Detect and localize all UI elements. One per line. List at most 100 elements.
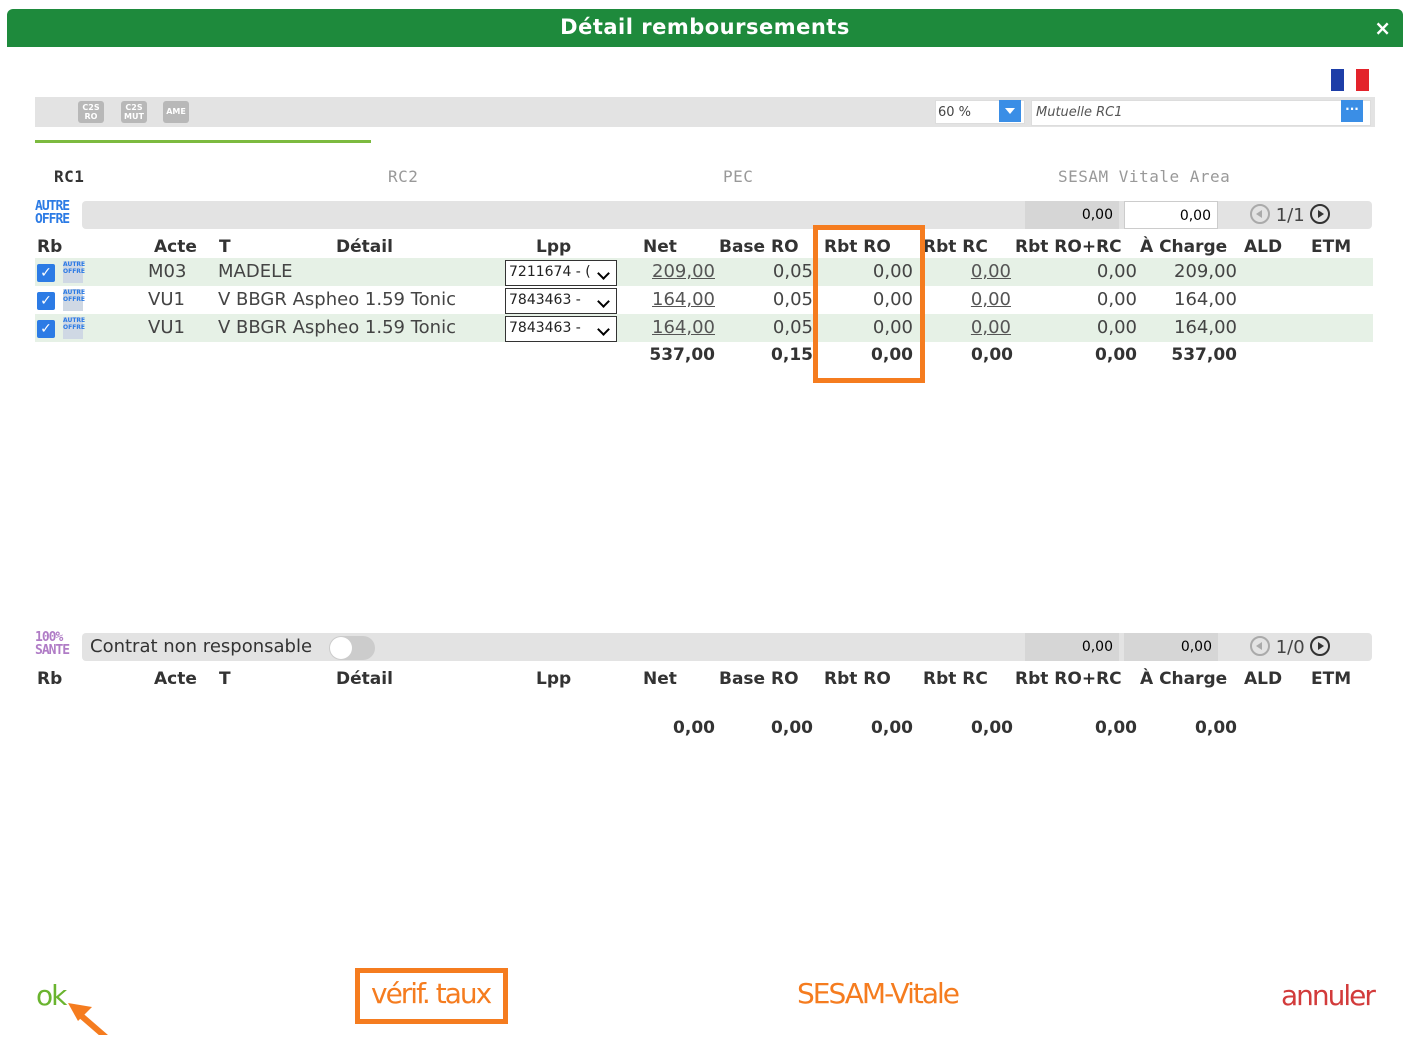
c2s-ro-icon[interactable]: C2S RO <box>78 101 104 123</box>
100-sante-badge[interactable]: 100% SANTE <box>35 631 75 665</box>
section2-pager: 1/0 <box>1250 636 1331 658</box>
c2s-mut-icon[interactable]: C2S MUT <box>121 101 147 123</box>
section2-bar: Contrat non responsable 0,00 0,00 1/0 <box>82 633 1372 661</box>
verif-taux-button[interactable]: vérif. taux <box>371 977 492 1010</box>
cell-rbt-rc[interactable]: 0,00 <box>935 289 1011 310</box>
next-page-icon[interactable] <box>1310 636 1331 656</box>
cell-detail: MADELE <box>218 261 293 282</box>
col-lpp: Lpp <box>536 669 572 689</box>
cell-net[interactable]: 164,00 <box>635 317 715 338</box>
col-etm: ETM <box>1311 237 1352 257</box>
section1-pager-label: 1/1 <box>1275 205 1305 226</box>
annuler-button[interactable]: annuler <box>1281 979 1376 1012</box>
rb-checkbox[interactable]: ✓ <box>37 292 55 310</box>
total-rbt-rc: 0,00 <box>971 718 1013 738</box>
table-row[interactable]: ✓ AUTRE OFFRE VU1 V BBGR Aspheo 1.59 Toni… <box>35 286 1373 314</box>
autre-offre-icon[interactable]: AUTRE OFFRE <box>63 317 85 339</box>
col-base-ro: Base RO <box>719 669 799 689</box>
autre-offre-icon[interactable]: AUTRE OFFRE <box>63 289 85 311</box>
total-net: 0,00 <box>673 718 715 738</box>
autre-offre-icon[interactable]: AUTRE OFFRE <box>63 261 85 283</box>
cell-rbt-rc[interactable]: 0,00 <box>935 261 1011 282</box>
chevron-down-icon[interactable] <box>999 100 1021 122</box>
contrat-toggle-label: Contrat non responsable <box>90 636 313 657</box>
contrat-non-responsable-toggle[interactable] <box>329 636 375 660</box>
toolbar: C2S RO C2S MUT AME 60 % Mutuelle RC1 ··· <box>35 97 1375 127</box>
reimbursement-dialog: Détail remboursements × C2S RO C2S MUT A… <box>7 9 1403 1039</box>
prev-page-icon[interactable] <box>1250 204 1270 224</box>
col-ald: ALD <box>1244 237 1283 257</box>
col-a-charge: À Charge <box>1140 669 1228 689</box>
col-etm: ETM <box>1311 669 1352 689</box>
total-base-ro: 0,00 <box>771 718 813 738</box>
cell-rbt-rc[interactable]: 0,00 <box>935 317 1011 338</box>
col-rbt-rc: Rbt RC <box>923 237 988 257</box>
table-row[interactable]: ✓ AUTRE OFFRE M03 MADELE 7211674 - ( 209,… <box>35 258 1373 286</box>
cell-net[interactable]: 209,00 <box>635 261 715 282</box>
total-a-charge: 537,00 <box>1171 345 1237 365</box>
col-net: Net <box>643 237 677 257</box>
tab-sesam-vitale-area[interactable]: SESAM Vitale Area <box>1058 167 1230 186</box>
col-ald: ALD <box>1244 669 1283 689</box>
cell-detail: V BBGR Aspheo 1.59 Tonic <box>218 289 456 310</box>
cell-acte: VU1 <box>148 289 185 310</box>
tab-bar: RC1 RC2 PEC SESAM Vitale Area <box>35 167 1375 191</box>
col-rbt-ro-rc: Rbt RO+RC <box>1015 669 1122 689</box>
mutuelle-input[interactable]: Mutuelle RC1 <box>1031 100 1371 126</box>
cell-net[interactable]: 164,00 <box>635 289 715 310</box>
table-row[interactable]: ✓ AUTRE OFFRE VU1 V BBGR Aspheo 1.59 Toni… <box>35 314 1373 342</box>
section2-pager-label: 1/0 <box>1275 637 1305 658</box>
col-acte: Acte <box>154 669 197 689</box>
ok-button[interactable]: ok <box>36 979 67 1012</box>
total-a-charge: 0,00 <box>1195 718 1237 738</box>
more-icon[interactable]: ··· <box>1341 100 1363 122</box>
cell-acte: VU1 <box>148 317 185 338</box>
lpp-select[interactable]: 7843463 - <box>505 316 617 342</box>
cell-a-charge: 209,00 <box>1174 261 1237 282</box>
total-rbt-rc: 0,00 <box>971 345 1013 365</box>
col-rb: Rb <box>37 237 63 257</box>
col-rbt-rc: Rbt RC <box>923 669 988 689</box>
cell-rbt-ro-rc: 0,00 <box>1096 317 1137 338</box>
rb-checkbox[interactable]: ✓ <box>37 264 55 282</box>
tab-rc1[interactable]: RC1 <box>54 167 84 186</box>
col-rbt-ro: Rbt RO <box>824 669 891 689</box>
col-rb: Rb <box>37 669 63 689</box>
next-page-icon[interactable] <box>1310 204 1331 224</box>
total-rbt-ro: 0,00 <box>871 718 913 738</box>
pointer-arrow-icon <box>68 1003 108 1035</box>
cell-base-ro: 0,05 <box>772 261 813 282</box>
col-base-ro: Base RO <box>719 237 799 257</box>
tab-rc2[interactable]: RC2 <box>388 167 418 186</box>
total-base-ro: 0,15 <box>771 345 813 365</box>
french-flag-icon[interactable] <box>1331 69 1370 91</box>
cell-base-ro: 0,05 <box>772 289 813 310</box>
cell-rbt-ro-rc: 0,00 <box>1096 261 1137 282</box>
sesam-vitale-button[interactable]: SESAM-Vitale <box>797 977 960 1010</box>
cell-rbt-ro-rc: 0,00 <box>1096 289 1137 310</box>
col-acte: Acte <box>154 237 197 257</box>
col-net: Net <box>643 669 677 689</box>
col-detail: Détail <box>336 669 393 689</box>
autre-offre-badge[interactable]: AUTRE OFFRE <box>35 200 75 234</box>
section1-sum1: 0,00 <box>1025 201 1119 229</box>
col-detail: Détail <box>336 237 393 257</box>
rb-checkbox[interactable]: ✓ <box>37 320 55 338</box>
cell-base-ro: 0,05 <box>772 317 813 338</box>
col-lpp: Lpp <box>536 237 572 257</box>
total-rbt-ro-rc: 0,00 <box>1095 718 1137 738</box>
col-rbt-ro-rc: Rbt RO+RC <box>1015 237 1122 257</box>
cell-a-charge: 164,00 <box>1174 317 1237 338</box>
close-icon[interactable]: × <box>1374 16 1391 40</box>
lpp-select[interactable]: 7843463 - <box>505 288 617 314</box>
section2-sum2: 0,00 <box>1124 633 1218 661</box>
dialog-title: Détail remboursements <box>560 15 850 39</box>
cell-acte: M03 <box>148 261 187 282</box>
lpp-select[interactable]: 7211674 - ( <box>505 260 617 286</box>
total-net: 537,00 <box>649 345 715 365</box>
ame-icon[interactable]: AME <box>163 101 189 123</box>
prev-page-icon[interactable] <box>1250 636 1270 656</box>
section1-sum2[interactable]: 0,00 <box>1124 201 1218 229</box>
col-a-charge: À Charge <box>1140 237 1228 257</box>
tab-pec[interactable]: PEC <box>723 167 753 186</box>
